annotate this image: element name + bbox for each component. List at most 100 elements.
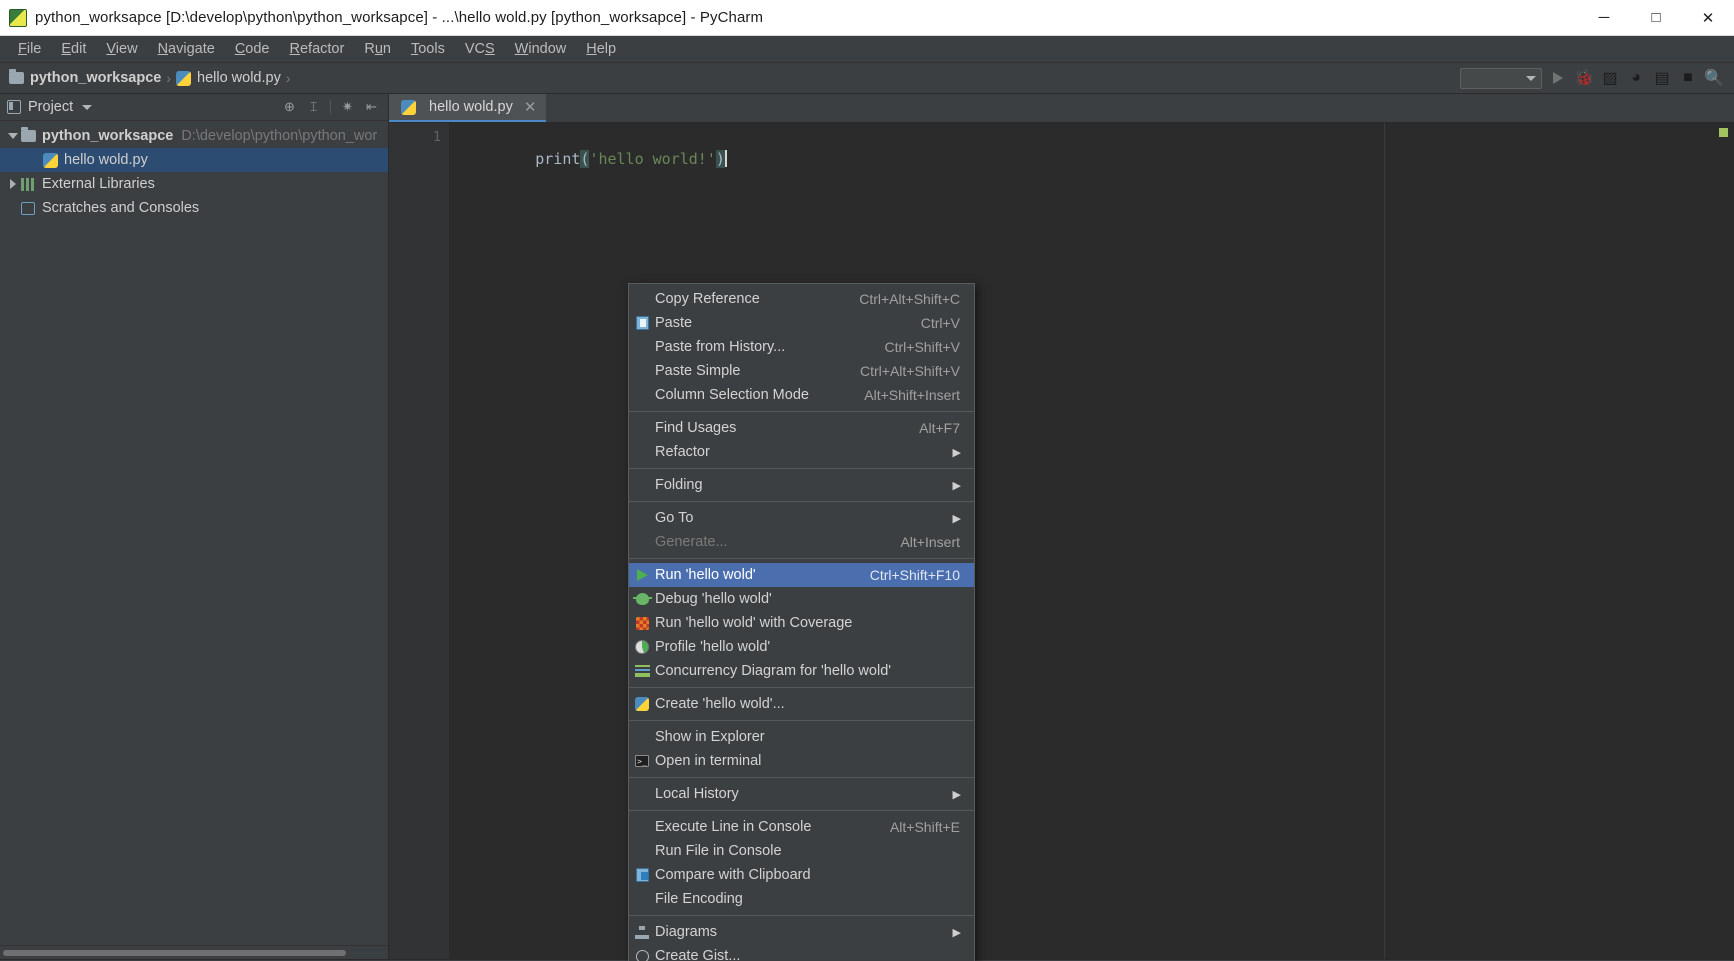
menu-label: Debug 'hello wold' — [655, 591, 772, 607]
close-icon[interactable]: ✕ — [524, 98, 537, 116]
maximize-button[interactable]: □ — [1630, 0, 1682, 35]
tree-label-file: hello wold.py — [64, 152, 148, 168]
project-panel-toolbar: ⊕ ⌶ ✷ ⇤ — [282, 99, 388, 115]
menu-item-file-encoding[interactable]: File Encoding — [629, 887, 974, 911]
minimize-button[interactable]: ─ — [1578, 0, 1630, 35]
menu-file[interactable]: File — [8, 37, 51, 61]
menu-item-concurrency-diagram[interactable]: Concurrency Diagram for 'hello wold' — [629, 659, 974, 683]
tree-row-project-root[interactable]: python_worksapce D:\develop\python\pytho… — [0, 124, 388, 148]
tree-row-scratches[interactable]: Scratches and Consoles — [0, 196, 388, 220]
folder-icon — [9, 69, 24, 84]
menu-item-profile-hello-wold[interactable]: Profile 'hello wold' — [629, 635, 974, 659]
menu-item-run-file-in-console[interactable]: Run File in Console — [629, 839, 974, 863]
menu-label: Refactor — [655, 444, 710, 460]
menu-shortcut: Ctrl+Alt+Shift+V — [860, 363, 960, 379]
breadcrumb-project[interactable]: python_worksapce — [9, 69, 162, 86]
scrollbar-thumb[interactable] — [3, 950, 346, 956]
menu-item-create-gist[interactable]: Create Gist... — [629, 944, 974, 961]
attach-button[interactable]: ▤ — [1652, 68, 1672, 88]
menu-item-create-hello-wold[interactable]: Create 'hello wold'... — [629, 692, 974, 716]
menu-separator — [629, 810, 974, 811]
run-configuration-selector[interactable] — [1460, 67, 1542, 89]
folder-icon — [21, 127, 36, 142]
menu-label: Local History — [655, 786, 739, 802]
breadcrumb-file[interactable]: hello wold.py — [176, 70, 281, 86]
menu-run[interactable]: Run — [354, 37, 401, 61]
locate-icon[interactable]: ⊕ — [282, 99, 297, 115]
menu-label: Create Gist... — [655, 948, 741, 961]
python-file-icon — [401, 99, 416, 115]
editor-area: hello wold.py ✕ 1 print('hello world!') — [389, 94, 1734, 959]
project-panel-header: Project ⊕ ⌶ ✷ ⇤ — [0, 94, 388, 121]
menu-window[interactable]: Window — [505, 37, 577, 61]
menu-vcs[interactable]: VCS — [455, 37, 505, 61]
debug-button[interactable]: 🐞 — [1574, 68, 1594, 88]
menu-item-copy-reference[interactable]: Copy Reference Ctrl+Alt+Shift+C — [629, 287, 974, 311]
project-tool-window: Project ⊕ ⌶ ✷ ⇤ python_worksapce D:\deve… — [0, 94, 389, 959]
menu-item-paste-simple[interactable]: Paste Simple Ctrl+Alt+Shift+V — [629, 359, 974, 383]
menu-help[interactable]: Help — [576, 37, 626, 61]
code-string: 'hello world!' — [589, 150, 716, 168]
menu-item-find-usages[interactable]: Find Usages Alt+F7 — [629, 416, 974, 440]
tab-hello-wold[interactable]: hello wold.py ✕ — [389, 94, 547, 122]
collapse-arrow-icon[interactable] — [5, 179, 21, 189]
menu-label: Open in terminal — [655, 753, 762, 769]
menu-view[interactable]: View — [96, 37, 147, 61]
menu-code[interactable]: Code — [225, 37, 280, 61]
terminal-icon: >_ — [629, 755, 655, 767]
menu-label: Show in Explorer — [655, 729, 765, 745]
menu-item-local-history[interactable]: Local History ▶ — [629, 782, 974, 806]
paste-icon — [629, 316, 655, 330]
project-horizontal-scrollbar[interactable] — [0, 945, 388, 959]
hide-icon[interactable]: ⇤ — [364, 99, 379, 115]
python-create-icon — [629, 697, 655, 711]
menu-edit[interactable]: Edit — [51, 37, 96, 61]
collapse-all-icon[interactable]: ⌶ — [306, 99, 321, 115]
menu-item-run-hello-wold[interactable]: Run 'hello wold' Ctrl+Shift+F10 — [629, 563, 974, 587]
menu-item-compare-with-clipboard[interactable]: Compare with Clipboard — [629, 863, 974, 887]
stop-button[interactable]: ■ — [1678, 68, 1698, 88]
menu-item-refactor[interactable]: Refactor ▶ — [629, 440, 974, 464]
menu-label: Paste from History... — [655, 339, 786, 355]
menu-shortcut: Alt+F7 — [919, 420, 960, 436]
coverage-button[interactable]: ▨ — [1600, 68, 1620, 88]
menu-item-show-in-explorer[interactable]: Show in Explorer — [629, 725, 974, 749]
menu-item-execute-line-in-console[interactable]: Execute Line in Console Alt+Shift+E — [629, 815, 974, 839]
menu-item-debug-hello-wold[interactable]: Debug 'hello wold' — [629, 587, 974, 611]
menu-separator — [629, 915, 974, 916]
menu-shortcut: Ctrl+Shift+V — [884, 339, 960, 355]
profile-button[interactable]: ◕ — [1626, 68, 1646, 88]
tree-label-scratches: Scratches and Consoles — [42, 200, 200, 216]
submenu-arrow-icon: ▶ — [952, 788, 961, 801]
pycharm-icon — [9, 8, 27, 27]
menu-label: Run 'hello wold' — [655, 567, 756, 583]
menu-shortcut: Ctrl+Shift+F10 — [869, 567, 960, 583]
tree-row-hello-wold[interactable]: hello wold.py — [0, 148, 388, 172]
inspection-status-marker[interactable] — [1719, 128, 1728, 137]
menu-separator — [629, 411, 974, 412]
menu-item-open-in-terminal[interactable]: >_ Open in terminal — [629, 749, 974, 773]
menu-tools[interactable]: Tools — [401, 37, 455, 61]
menu-separator — [629, 558, 974, 559]
menu-shortcut: Ctrl+Alt+Shift+C — [859, 291, 960, 307]
toolbar-right: 🐞 ▨ ◕ ▤ ■ 🔍 — [1460, 67, 1734, 89]
menu-item-folding[interactable]: Folding ▶ — [629, 473, 974, 497]
tree-row-external-libraries[interactable]: External Libraries — [0, 172, 388, 196]
menu-label: Generate... — [655, 534, 728, 550]
menu-refactor[interactable]: Refactor — [280, 37, 355, 61]
menu-item-paste-from-history[interactable]: Paste from History... Ctrl+Shift+V — [629, 335, 974, 359]
menu-item-run-with-coverage[interactable]: Run 'hello wold' with Coverage — [629, 611, 974, 635]
menu-label: Run 'hello wold' with Coverage — [655, 615, 853, 631]
run-button[interactable] — [1548, 68, 1568, 88]
breadcrumb-project-label: python_worksapce — [30, 70, 162, 86]
menu-item-diagrams[interactable]: Diagrams ▶ — [629, 920, 974, 944]
close-button[interactable]: ✕ — [1682, 0, 1734, 35]
menu-item-column-selection-mode[interactable]: Column Selection Mode Alt+Shift+Insert — [629, 383, 974, 407]
expand-arrow-icon[interactable] — [5, 133, 21, 139]
search-everywhere-icon[interactable]: 🔍 — [1704, 68, 1724, 88]
gear-icon[interactable]: ✷ — [340, 99, 355, 115]
menu-item-paste[interactable]: Paste Ctrl+V — [629, 311, 974, 335]
menu-item-go-to[interactable]: Go To ▶ — [629, 506, 974, 530]
chevron-down-icon[interactable] — [82, 104, 93, 110]
menu-navigate[interactable]: Navigate — [148, 37, 225, 61]
